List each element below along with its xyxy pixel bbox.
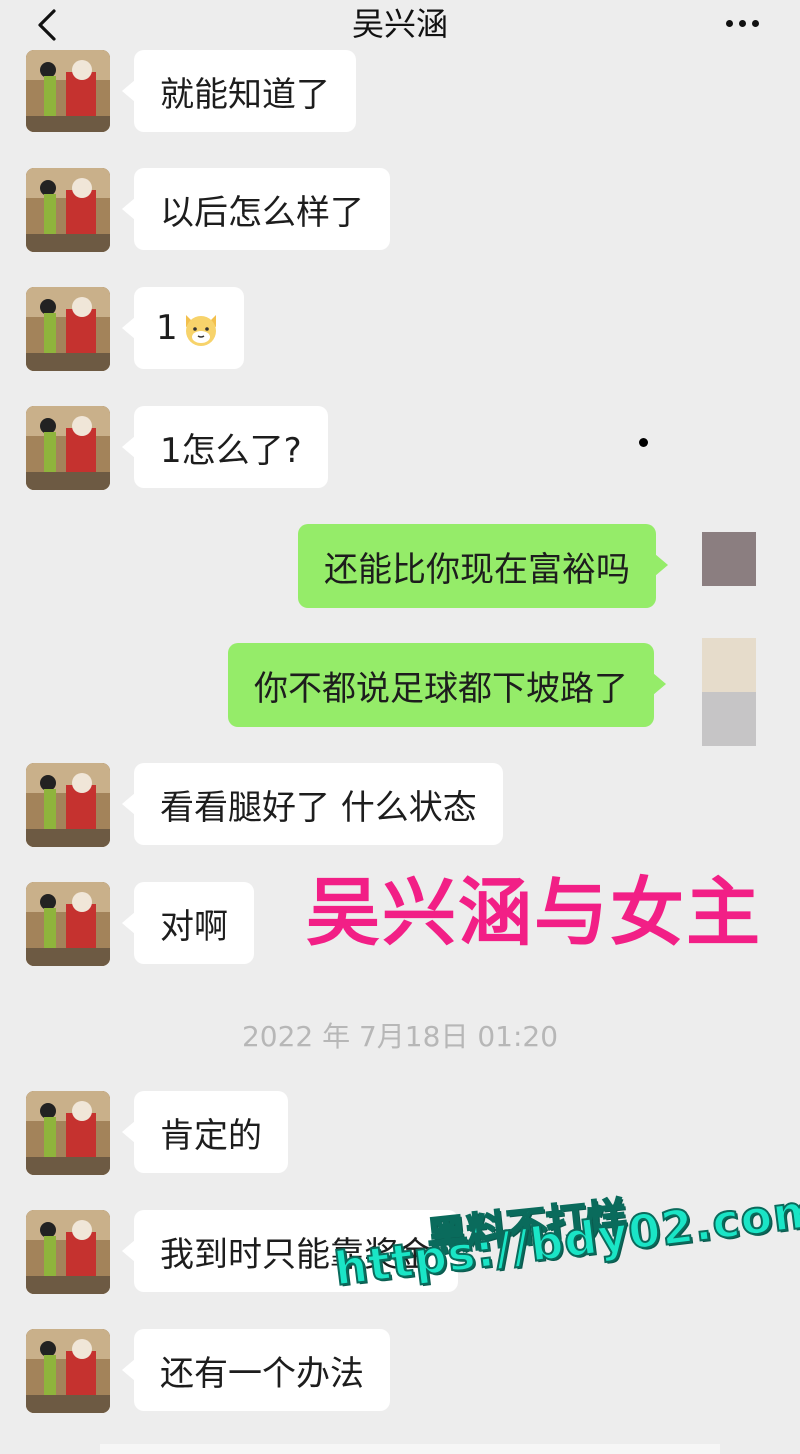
message-text: 1	[156, 308, 178, 348]
message-bubble-outgoing: 你不都说足球都下坡路了	[228, 643, 666, 727]
chat-header: 吴兴涵	[0, 0, 800, 50]
message-bubble: 还有一个办法	[122, 1329, 390, 1411]
contact-avatar[interactable]	[26, 1210, 110, 1294]
input-bar-edge	[100, 1444, 720, 1454]
stray-dot	[639, 438, 648, 447]
message-bubble: 肯定的	[122, 1091, 288, 1173]
timestamp: 2022 年 7月18日 01:20	[241, 1020, 559, 1053]
message-bubble: 1怎么了?	[122, 406, 328, 488]
user-avatar[interactable]	[702, 532, 756, 586]
cat-face-icon	[180, 307, 222, 349]
contact-avatar[interactable]	[26, 763, 110, 847]
contact-avatar[interactable]	[26, 287, 110, 371]
message-bubble: 1	[122, 287, 244, 369]
contact-avatar[interactable]	[26, 406, 110, 490]
user-avatar[interactable]	[702, 638, 756, 692]
contact-avatar[interactable]	[26, 168, 110, 252]
contact-avatar[interactable]	[26, 882, 110, 966]
chat-title: 吴兴涵	[351, 5, 448, 43]
message-bubble: 对啊	[122, 882, 254, 964]
message-bubble: 看看腿好了 什么状态	[122, 763, 503, 845]
message-bubble-outgoing: 还能比你现在富裕吗	[298, 524, 668, 608]
message-bubble: 就能知道了	[122, 50, 356, 132]
contact-avatar[interactable]	[26, 50, 110, 132]
more-dots-icon[interactable]	[720, 8, 764, 38]
contact-avatar[interactable]	[26, 1329, 110, 1413]
message-bubble: 以后怎么样了	[122, 168, 390, 250]
overlay-caption: 吴兴涵与女主	[306, 870, 762, 956]
contact-avatar[interactable]	[26, 1091, 110, 1175]
user-avatar-lower	[702, 692, 756, 746]
